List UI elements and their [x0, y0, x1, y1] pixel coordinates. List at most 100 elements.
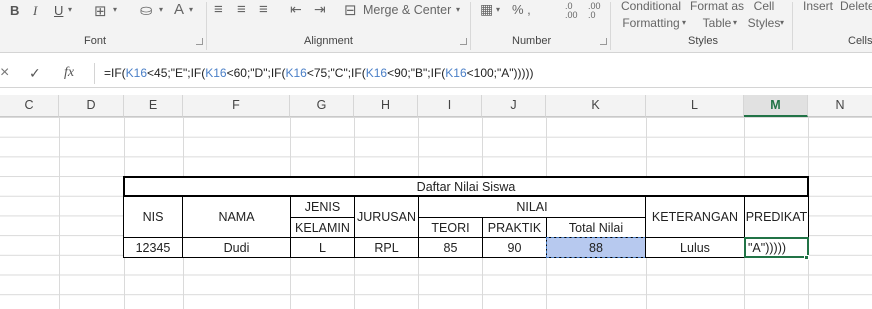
insert-function-button[interactable]: fx [64, 65, 74, 81]
accounting-format-icon[interactable]: ▦ [480, 1, 493, 18]
italic-button[interactable]: I [33, 3, 37, 19]
cell-jenis-kelamin[interactable]: L [290, 237, 355, 258]
cell-styles-label-1: Cell [753, 0, 775, 13]
fill-color-dropdown-icon[interactable]: ▾ [159, 5, 163, 14]
conditional-formatting-label-1: Conditional [620, 0, 682, 13]
header-nama[interactable]: NAMA [182, 196, 291, 238]
column-header-i[interactable]: I [418, 95, 482, 117]
cell-reference: K16 [125, 66, 148, 80]
cell-reference: K16 [365, 66, 388, 80]
conditional-formatting-button[interactable]: Conditional Formatting [616, 0, 686, 32]
font-group-label: Font [84, 35, 107, 47]
bold-button[interactable]: B [10, 3, 19, 18]
cells-group-label: Cells [848, 35, 872, 47]
conditional-formatting-label-2: Formatting [622, 16, 680, 30]
format-as-table-label-1: Format as [689, 0, 744, 13]
alignment-dialog-launcher-icon[interactable] [460, 38, 467, 45]
header-teori[interactable]: TEORI [418, 217, 483, 238]
header-praktik[interactable]: PRAKTIK [482, 217, 547, 238]
header-keterangan[interactable]: KETERANGAN [645, 196, 745, 238]
ribbon-separator [206, 2, 207, 50]
underline-button[interactable]: U [54, 3, 63, 18]
formula-text: <90;"B";IF( [387, 66, 446, 80]
formula-bar: × ✓ fx =IF(K16<45;"E";IF(K16<60;"D";IF(K… [0, 59, 872, 88]
cell-reference: K16 [445, 66, 467, 80]
header-total-nilai[interactable]: Total Nilai [546, 217, 646, 238]
ribbon-separator [470, 2, 471, 50]
align-right-icon[interactable]: ≡ [259, 1, 268, 18]
font-color-icon[interactable]: A [174, 1, 184, 18]
conditional-formatting-dropdown-icon[interactable]: ▾ [682, 18, 686, 27]
decrease-indent-icon[interactable]: ⇤ [290, 1, 302, 18]
increase-indent-icon[interactable]: ⇥ [314, 1, 326, 18]
font-color-dropdown-icon[interactable]: ▾ [189, 5, 193, 14]
column-header-c[interactable]: C [0, 95, 59, 117]
column-header-k[interactable]: K [546, 95, 646, 117]
header-jurusan[interactable]: JURUSAN [354, 196, 419, 238]
borders-icon[interactable]: ⊞ [94, 2, 107, 20]
column-header-h[interactable]: H [354, 95, 418, 117]
percent-comma-buttons[interactable]: % , [512, 2, 531, 17]
formula-text: <45;"E";IF( [147, 66, 206, 80]
cell-styles-dropdown-icon[interactable]: ▾ [780, 18, 784, 27]
enter-icon[interactable]: ✓ [29, 65, 41, 82]
align-left-icon[interactable]: ≡ [214, 1, 223, 18]
cell-nama[interactable]: Dudi [182, 237, 291, 258]
cell-keterangan[interactable]: Lulus [645, 237, 745, 258]
underline-dropdown-icon[interactable]: ▾ [68, 5, 72, 14]
column-header-l[interactable]: L [646, 95, 744, 117]
cell-nis[interactable]: 12345 [123, 237, 183, 258]
number-group-label: Number [512, 35, 552, 47]
alignment-group-label: Alignment [304, 35, 353, 47]
ribbon-separator [792, 2, 793, 50]
cell-predikat-active[interactable]: "A"))))) [744, 237, 809, 258]
gridline [59, 117, 60, 309]
column-header-g[interactable]: G [290, 95, 354, 117]
column-header-j[interactable]: J [482, 95, 546, 117]
header-jenis[interactable]: JENIS [290, 196, 355, 218]
ribbon-separator [610, 2, 611, 50]
formula-text: <75;"C";IF( [306, 66, 366, 80]
fill-color-icon[interactable]: ⛀ [140, 1, 153, 19]
cell-praktik[interactable]: 90 [482, 237, 547, 258]
ribbon: B I U ▾ ⊞ ▾ ⛀ ▾ A ▾ Font ≡ ≡ ≡ ⇤ ⇥ ⊟ Mer… [0, 0, 872, 53]
format-as-table-button[interactable]: Format as Table [688, 0, 746, 32]
format-as-table-dropdown-icon[interactable]: ▾ [733, 18, 737, 27]
column-header-d[interactable]: D [59, 95, 124, 117]
borders-dropdown-icon[interactable]: ▾ [113, 5, 117, 14]
column-header-f[interactable]: F [183, 95, 290, 117]
reference-highlight [546, 237, 646, 258]
formula-text: <100;"A"))))) [466, 66, 534, 80]
styles-group-label: Styles [688, 35, 718, 47]
formula-text: <60;"D";IF( [226, 66, 286, 80]
fill-handle[interactable] [804, 255, 809, 260]
cell-reference: K16 [285, 66, 307, 80]
merge-dropdown-icon[interactable]: ▾ [456, 5, 460, 14]
decrease-decimal-icon[interactable]: .00.0 [588, 2, 601, 20]
header-kelamin[interactable]: KELAMIN [290, 217, 355, 238]
header-nilai[interactable]: NILAI [418, 196, 646, 218]
cell-teori[interactable]: 85 [418, 237, 483, 258]
align-center-icon[interactable]: ≡ [237, 1, 246, 18]
merge-center-button[interactable]: Merge & Center [363, 3, 451, 17]
formula-text: =IF( [104, 66, 126, 80]
formula-input[interactable]: =IF(K16<45;"E";IF(K16<60;"D";IF(K16<75;"… [104, 66, 534, 80]
cell-styles-label-2: Styles [747, 16, 781, 30]
column-header-n[interactable]: N [808, 95, 872, 117]
insert-button[interactable]: Insert [798, 0, 838, 15]
cancel-icon[interactable]: × [0, 64, 9, 82]
table-title[interactable]: Daftar Nilai Siswa [123, 176, 809, 197]
merge-center-icon[interactable]: ⊟ [344, 1, 357, 19]
column-header-e[interactable]: E [124, 95, 183, 117]
column-header-m[interactable]: M [744, 95, 808, 117]
accounting-dropdown-icon[interactable]: ▾ [496, 5, 500, 14]
cell-styles-button[interactable]: Cell Styles [744, 0, 784, 32]
cell-jurusan[interactable]: RPL [354, 237, 419, 258]
number-dialog-launcher-icon[interactable] [600, 38, 607, 45]
increase-decimal-icon[interactable]: .0.00 [565, 2, 578, 20]
delete-button[interactable]: Delete [840, 0, 872, 15]
cell-reference: K16 [205, 66, 227, 80]
header-nis[interactable]: NIS [123, 196, 183, 238]
font-dialog-launcher-icon[interactable] [196, 38, 203, 45]
header-predikat[interactable]: PREDIKAT [744, 196, 809, 238]
